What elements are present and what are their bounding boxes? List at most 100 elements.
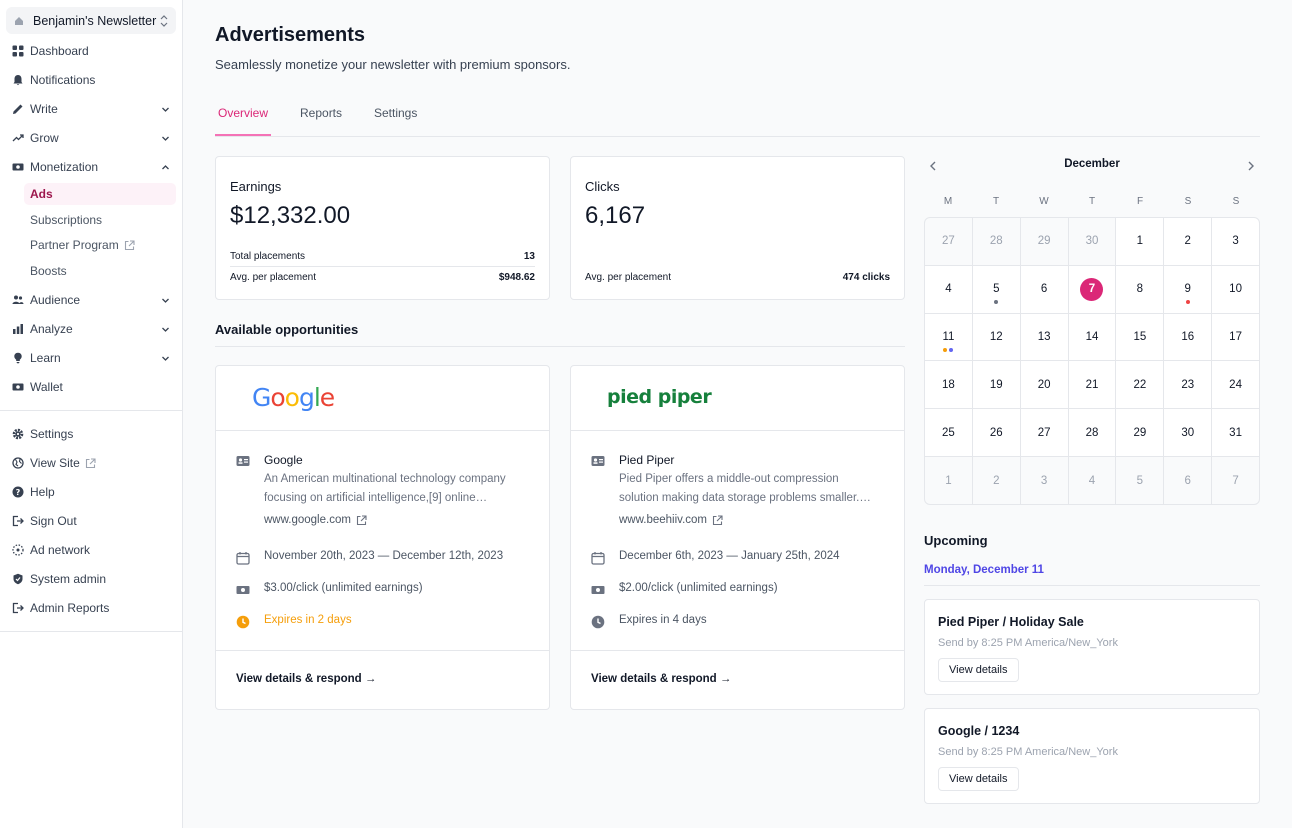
calendar-day[interactable]: 2 [1164,218,1212,265]
sidebar-item-settings[interactable]: Settings [6,423,176,445]
sidebar-item-wallet[interactable]: Wallet [6,376,176,398]
sidebar-item-audience[interactable]: Audience [6,289,176,311]
sidebar-item-grow[interactable]: Grow [6,127,176,149]
sidebar-item-label: Sign Out [30,514,77,528]
calendar-day[interactable]: 29 [1116,409,1164,457]
sidebar-item-ad-network[interactable]: Ad network [6,539,176,561]
opportunity-url-link[interactable]: www.beehiiv.com [619,514,879,526]
users-icon [12,294,24,306]
sidebar-item-monetization[interactable]: Monetization [6,156,176,178]
card-divider [571,650,904,651]
sidebar-item-label: System admin [30,572,107,586]
sidebar-item-view-site[interactable]: View Site [6,452,176,474]
section-divider [924,585,1260,586]
calendar-day[interactable]: 3 [1020,457,1068,504]
calendar-day[interactable]: 28 [1068,409,1116,457]
calendar-day[interactable]: 18 [925,361,972,409]
publication-switcher[interactable]: Benjamin's Newsletter [6,7,176,34]
report-icon [12,602,24,614]
calendar-day[interactable]: 31 [1212,409,1259,457]
view-details-button[interactable]: View details [938,658,1019,682]
calendar-day[interactable]: 9 [1164,265,1212,313]
sidebar-item-admin-reports[interactable]: Admin Reports [6,597,176,619]
calendar-day[interactable]: 25 [925,409,972,457]
sidebar-item-system-admin[interactable]: System admin [6,568,176,590]
calendar-day[interactable]: 5 [1116,457,1164,504]
svg-text:?: ? [16,488,21,497]
weekday-label: S [1232,196,1240,207]
calendar-icon [591,551,605,565]
sidebar-item-notifications[interactable]: Notifications [6,69,176,91]
upcoming-title: Upcoming [924,533,988,548]
event-send-time: Send by 8:25 PM America/New_York [938,637,1118,649]
calendar-header: December [924,157,1260,175]
calendar-day-number: 5 [993,283,1000,296]
calendar-day[interactable]: 27 [925,218,972,265]
calendar-day[interactable]: 22 [1116,361,1164,409]
view-details-respond-button[interactable]: View details & respond → [236,673,376,685]
calendar-day[interactable]: 4 [925,265,972,313]
calendar-day[interactable]: 21 [1068,361,1116,409]
calendar-day[interactable]: 30 [1164,409,1212,457]
sidebar-item-learn[interactable]: Learn [6,347,176,369]
calendar-day[interactable]: 6 [1164,457,1212,504]
sidebar-item-write[interactable]: Write [6,98,176,120]
sign-out-icon [12,515,24,527]
sidebar-item-sign-out[interactable]: Sign Out [6,510,176,532]
calendar-day[interactable]: 29 [1020,218,1068,265]
calendar-day[interactable]: 7 [1212,457,1259,504]
calendar-day[interactable]: 6 [1020,265,1068,313]
google-logo: Google [252,383,335,412]
sidebar-subitem-subscriptions[interactable]: Subscriptions [24,209,176,231]
calendar-day[interactable]: 15 [1116,313,1164,361]
earnings-row: Total placements 13 [230,247,535,267]
sidebar-item-label: Monetization [30,160,99,174]
sidebar-item-help[interactable]: ? Help [6,481,176,503]
publication-name: Benjamin's Newsletter [33,13,157,28]
selected-day-number: 7 [1080,277,1104,301]
sidebar-subitem-ads[interactable]: Ads [24,183,176,205]
view-details-button[interactable]: View details [938,767,1019,791]
calendar-day[interactable]: 5 [972,265,1020,313]
sidebar-subitem-partner-program[interactable]: Partner Program [24,234,176,256]
calendar-day[interactable]: 30 [1068,218,1116,265]
calendar-day[interactable]: 16 [1164,313,1212,361]
tab-overview[interactable]: Overview [215,106,272,136]
event-dot [949,347,954,352]
calendar-day[interactable]: 2 [972,457,1020,504]
calendar-day[interactable]: 1 [1116,218,1164,265]
opportunity-url-link[interactable]: www.google.com [264,514,524,526]
calendar-day[interactable]: 26 [972,409,1020,457]
calendar-day[interactable]: 14 [1068,313,1116,361]
calendar-day[interactable]: 4 [1068,457,1116,504]
chevron-up-down-icon [160,14,168,27]
tab-reports[interactable]: Reports [297,106,345,134]
calendar-day[interactable]: 28 [972,218,1020,265]
sidebar-subitem-boosts[interactable]: Boosts [24,260,176,282]
opportunity-expiry-text: Expires in 2 days [264,614,352,626]
calendar-day[interactable]: 11 [925,313,972,361]
earnings-row-label: Total placements [230,251,306,262]
calendar-day[interactable]: 10 [1212,265,1259,313]
chevron-down-icon [161,354,170,363]
calendar-day-selected[interactable]: 7 [1068,265,1116,313]
calendar-day[interactable]: 12 [972,313,1020,361]
calendar-day[interactable]: 20 [1020,361,1068,409]
opportunity-date-range: November 20th, 2023 — December 12th, 202… [264,550,504,562]
calendar-day[interactable]: 23 [1164,361,1212,409]
event-title: Pied Piper / Holiday Sale [938,615,1084,629]
calendar-day[interactable]: 3 [1212,218,1259,265]
calendar-day[interactable]: 24 [1212,361,1259,409]
calendar-day[interactable]: 19 [972,361,1020,409]
weekday-label: M [943,196,953,207]
chevron-right-icon[interactable] [1244,159,1258,173]
calendar-day[interactable]: 27 [1020,409,1068,457]
tab-settings[interactable]: Settings [371,106,420,134]
calendar-day[interactable]: 8 [1116,265,1164,313]
sidebar-item-analyze[interactable]: Analyze [6,318,176,340]
calendar-day[interactable]: 17 [1212,313,1259,361]
calendar-day[interactable]: 1 [925,457,972,504]
calendar-day[interactable]: 13 [1020,313,1068,361]
view-details-respond-button[interactable]: View details & respond → [591,673,731,685]
sidebar-item-dashboard[interactable]: Dashboard [6,40,176,62]
